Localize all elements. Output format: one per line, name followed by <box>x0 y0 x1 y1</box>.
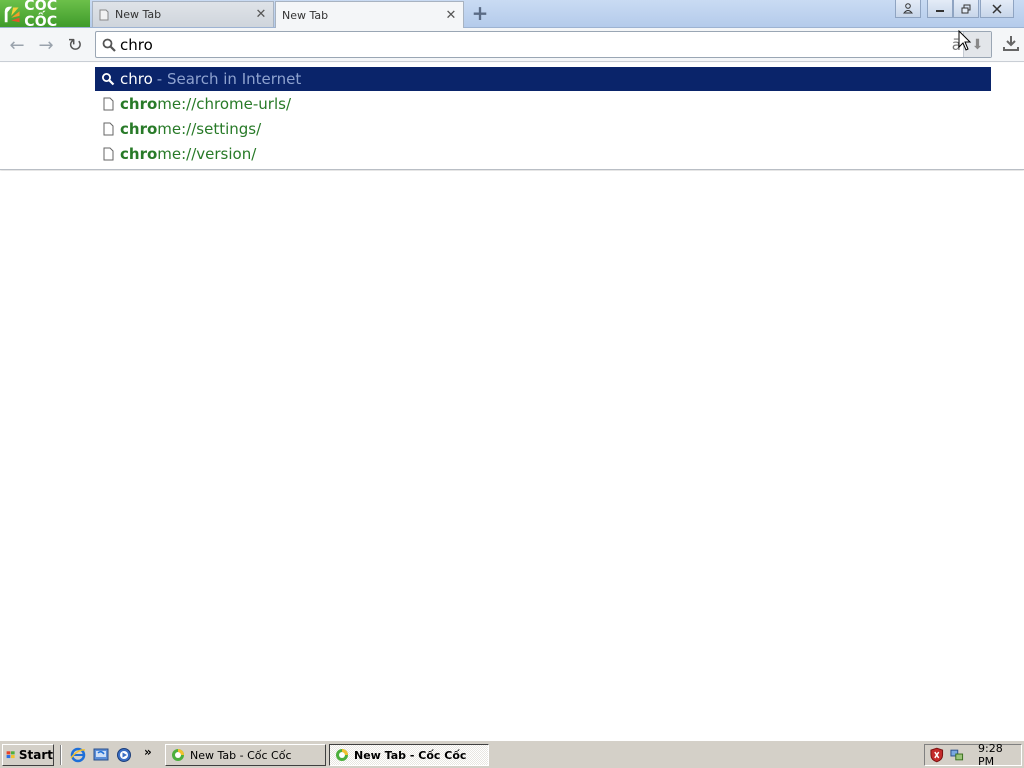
search-icon <box>102 73 115 86</box>
suggestion-rest: me://version/ <box>157 145 257 163</box>
tab-strip: CỐC CỐC New Tab ✕ New Tab ✕ + <box>0 0 1024 30</box>
profile-button[interactable] <box>895 0 921 18</box>
suggestion-rest: me://settings/ <box>157 120 262 138</box>
screen: CỐC CỐC New Tab ✕ New Tab ✕ + ← → ↻ chro… <box>0 0 1024 768</box>
reload-button[interactable]: ↻ <box>64 34 86 56</box>
suggestion-match: chro <box>120 120 158 138</box>
suggestion-match: chro <box>120 95 158 113</box>
task-label: New Tab - Cốc Cốc <box>190 748 292 762</box>
back-button[interactable]: ← <box>6 34 28 56</box>
suggestion-search[interactable]: chro - Search in Internet <box>95 67 991 91</box>
minimize-button[interactable] <box>927 0 953 18</box>
suggestion-hint: - Search in Internet <box>156 70 302 88</box>
restore-icon <box>961 4 971 13</box>
tab-new-tab-2[interactable]: New Tab ✕ <box>275 1 464 28</box>
page-icon <box>103 122 113 136</box>
coccoc-icon <box>172 749 184 761</box>
new-tab-button[interactable]: + <box>470 3 490 23</box>
system-tray: 9:28 PM <box>924 742 1022 768</box>
taskbar-window-button[interactable]: New Tab - Cốc Cốc <box>165 744 326 766</box>
quick-launch-separator <box>60 745 62 765</box>
close-icon <box>992 3 1002 14</box>
page-content <box>0 171 1024 740</box>
start-button[interactable]: Start <box>2 744 54 766</box>
download-icon <box>1003 36 1019 51</box>
downloads-button[interactable] <box>1000 34 1022 56</box>
coccoc-menu-button[interactable]: CỐC CỐC <box>0 0 90 30</box>
suggestion-url[interactable]: chro me://version/ <box>95 142 991 166</box>
task-label: New Tab - Cốc Cốc <box>354 748 467 762</box>
minimize-icon <box>936 9 944 12</box>
suggestion-match: chro <box>120 145 158 163</box>
tab-title: New Tab <box>115 8 162 21</box>
omnibox-suggestions: chro - Search in Internet chro me://chrom… <box>0 63 1024 170</box>
suggestion-query: chro <box>120 70 153 88</box>
security-shield-icon[interactable] <box>929 747 945 763</box>
start-label: Start <box>18 748 53 762</box>
tab-title: New Tab <box>282 8 329 22</box>
close-window-button[interactable] <box>980 0 1014 18</box>
navigation-toolbar: ← → ↻ ā ⬇ <box>0 28 1024 62</box>
suggestion-url[interactable]: chro me://settings/ <box>95 117 991 141</box>
suggestion-url[interactable]: chro me://chrome-urls/ <box>95 92 991 116</box>
reload-icon: ↻ <box>67 34 83 56</box>
close-tab-icon[interactable]: ✕ <box>442 8 460 23</box>
forward-button[interactable]: → <box>35 34 57 56</box>
forward-arrow-icon: → <box>38 34 54 56</box>
taskbar: Start » New Tab - Cốc Cốc New Tab - Cốc … <box>0 740 1024 768</box>
coccoc-icon <box>336 749 348 761</box>
media-player-icon[interactable] <box>116 747 132 763</box>
internet-explorer-icon[interactable] <box>70 747 86 763</box>
back-arrow-icon: ← <box>9 34 25 56</box>
tab-new-tab-1[interactable]: New Tab ✕ <box>92 1 274 27</box>
coccoc-logo-icon <box>4 6 20 22</box>
person-icon <box>903 3 913 14</box>
show-desktop-icon[interactable] <box>93 747 109 763</box>
network-icon[interactable] <box>949 747 965 763</box>
suggestion-rest: me://chrome-urls/ <box>157 95 292 113</box>
address-input[interactable] <box>120 34 940 56</box>
page-icon <box>103 147 113 161</box>
windows-logo-icon <box>6 751 15 759</box>
clock: 9:28 PM <box>978 742 1003 768</box>
mouse-cursor-icon <box>958 30 972 51</box>
taskbar-window-button-active[interactable]: New Tab - Cốc Cốc <box>329 744 489 766</box>
download-arrow-icon: ⬇ <box>971 36 984 53</box>
close-tab-icon[interactable]: ✕ <box>252 7 270 22</box>
search-icon <box>102 38 116 52</box>
quick-launch-more[interactable]: » <box>144 745 152 759</box>
page-icon <box>103 97 113 111</box>
address-bar[interactable]: ā ⬇ <box>95 31 992 58</box>
page-icon <box>99 9 109 20</box>
restore-button[interactable] <box>953 0 979 18</box>
brand-name: CỐC CỐC <box>24 0 58 30</box>
